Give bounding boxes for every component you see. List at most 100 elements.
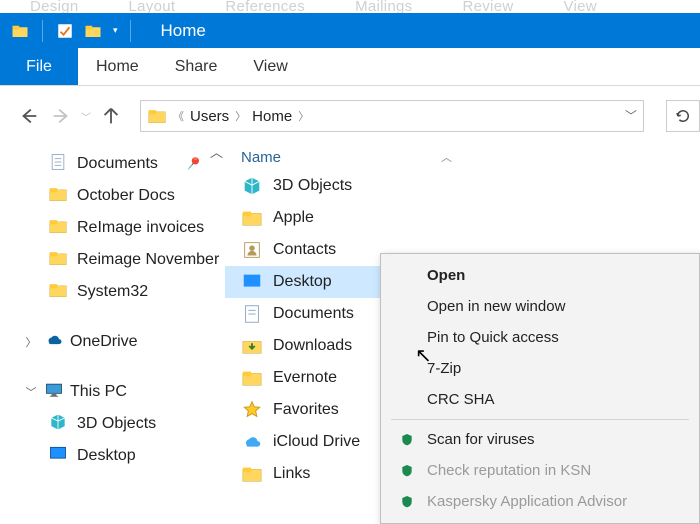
column-label: Name [241, 149, 281, 166]
sidebar: ︿ Documents 📍 October Docs ReImage invoi… [0, 140, 225, 507]
ctx-label: Open in new window [427, 298, 565, 315]
scroll-up-icon[interactable]: ︿ [210, 142, 223, 161]
sidebar-item-desktop[interactable]: Desktop [20, 440, 225, 472]
nav-forward-button[interactable] [46, 101, 76, 131]
onedrive-icon [44, 330, 64, 355]
shield-icon [397, 492, 417, 512]
document-icon [241, 303, 263, 325]
favorites-icon [241, 399, 263, 421]
address-folder-icon [147, 106, 167, 126]
breadcrumb-home[interactable]: Home [252, 108, 292, 125]
ribbon-tabs: File Home Share View [0, 48, 700, 86]
desktop-icon [241, 271, 263, 293]
sidebar-label: System32 [77, 283, 148, 301]
file-label: Evernote [273, 369, 337, 387]
address-expand-icon[interactable]: ﹀ [625, 107, 637, 124]
ctx-7zip[interactable]: 7-Zip [381, 353, 699, 384]
file-label: Downloads [273, 337, 352, 355]
this-pc-icon [44, 380, 64, 405]
desktop-icon [48, 444, 68, 469]
ctx-label: CRC SHA [427, 391, 495, 408]
file-item-apple[interactable]: Apple [225, 202, 700, 234]
folder-icon [48, 280, 68, 305]
ctx-check-ksn[interactable]: Check reputation in KSN [381, 455, 699, 486]
links-icon [241, 463, 263, 485]
sort-indicator-icon: ︿ [441, 149, 452, 165]
file-tab[interactable]: File [0, 48, 78, 85]
shield-icon [397, 461, 417, 481]
shield-icon [397, 430, 417, 450]
icloud-icon [241, 431, 263, 453]
address-row: ﹀ 《 Users 〉 Home 〉 ﹀ [0, 92, 700, 140]
ctx-kaspersky-advisor[interactable]: Kaspersky Application Advisor [381, 486, 699, 517]
context-menu: Open Open in new window Pin to Quick acc… [380, 253, 700, 524]
sidebar-label: October Docs [77, 187, 175, 205]
ctx-label: Open [427, 267, 465, 284]
ctx-separator [391, 419, 689, 420]
document-icon [48, 152, 68, 177]
breadcrumb-sep-icon[interactable]: 《 [173, 108, 184, 124]
sidebar-item-system32[interactable]: System32 [20, 276, 225, 308]
titlebar: ▾ Home [0, 13, 700, 48]
sidebar-onedrive[interactable]: 〉 OneDrive [20, 326, 225, 358]
3d-objects-icon [241, 175, 263, 197]
qat-folder-icon[interactable] [83, 21, 103, 41]
downloads-icon [241, 335, 263, 357]
pin-icon: 📍 [180, 152, 204, 176]
ctx-crc-sha[interactable]: CRC SHA [381, 384, 699, 415]
breadcrumb-users[interactable]: Users [190, 108, 229, 125]
ctx-label: Scan for viruses [427, 431, 535, 448]
file-label: Apple [273, 209, 314, 227]
file-item-3d-objects[interactable]: 3D Objects [225, 170, 700, 202]
sidebar-this-pc[interactable]: ﹀ This PC [20, 376, 225, 408]
sidebar-label: Documents [77, 155, 158, 173]
tab-view[interactable]: View [235, 48, 305, 85]
tab-share[interactable]: Share [157, 48, 236, 85]
ctx-pin-quick-access[interactable]: Pin to Quick access [381, 322, 699, 353]
nav-back-button[interactable] [14, 101, 44, 131]
sidebar-item-reimage-invoices[interactable]: ReImage invoices [20, 212, 225, 244]
folder-icon [48, 216, 68, 241]
column-header-name[interactable]: Name ︿ [225, 144, 700, 170]
sidebar-label: This PC [70, 383, 127, 401]
folder-icon [241, 367, 263, 389]
sidebar-label: OneDrive [70, 333, 138, 351]
file-label: Links [273, 465, 310, 483]
file-label: iCloud Drive [273, 433, 360, 451]
ctx-scan-viruses[interactable]: Scan for viruses [381, 424, 699, 455]
sidebar-label: 3D Objects [77, 415, 156, 433]
folder-icon [241, 207, 263, 229]
sidebar-label: ReImage invoices [77, 219, 204, 237]
ctx-label: 7-Zip [427, 360, 461, 377]
sidebar-item-reimage-november[interactable]: Reimage November [20, 244, 225, 276]
properties-icon[interactable] [55, 21, 75, 41]
ctx-label: Kaspersky Application Advisor [427, 493, 627, 510]
refresh-button[interactable] [666, 100, 700, 132]
file-label: Documents [273, 305, 354, 323]
chevron-right-icon[interactable]: 〉 [235, 108, 246, 124]
file-label: Contacts [273, 241, 336, 259]
sidebar-item-documents[interactable]: Documents 📍 [20, 148, 225, 180]
nav-recent-dropdown[interactable]: ﹀ [78, 101, 94, 131]
explorer-icon [10, 21, 30, 41]
nav-up-button[interactable] [96, 101, 126, 131]
chevron-right-icon[interactable]: 〉 [24, 334, 38, 350]
folder-icon [48, 248, 68, 273]
address-bar[interactable]: 《 Users 〉 Home 〉 ﹀ [140, 100, 644, 132]
sidebar-item-october-docs[interactable]: October Docs [20, 180, 225, 212]
tab-home[interactable]: Home [78, 48, 157, 85]
ctx-label: Pin to Quick access [427, 329, 559, 346]
3d-objects-icon [48, 412, 68, 437]
chevron-down-icon[interactable]: ﹀ [24, 384, 38, 400]
ctx-open-new-window[interactable]: Open in new window [381, 291, 699, 322]
file-label: 3D Objects [273, 177, 352, 195]
file-label: Desktop [273, 273, 332, 291]
sidebar-item-3d-objects[interactable]: 3D Objects [20, 408, 225, 440]
chevron-right-icon[interactable]: 〉 [298, 108, 309, 124]
window-title: Home [161, 21, 206, 41]
qat-dropdown-icon[interactable]: ▾ [113, 25, 118, 36]
contacts-icon [241, 239, 263, 261]
ctx-label: Check reputation in KSN [427, 462, 591, 479]
ctx-open[interactable]: Open [381, 260, 699, 291]
folder-icon [48, 184, 68, 209]
